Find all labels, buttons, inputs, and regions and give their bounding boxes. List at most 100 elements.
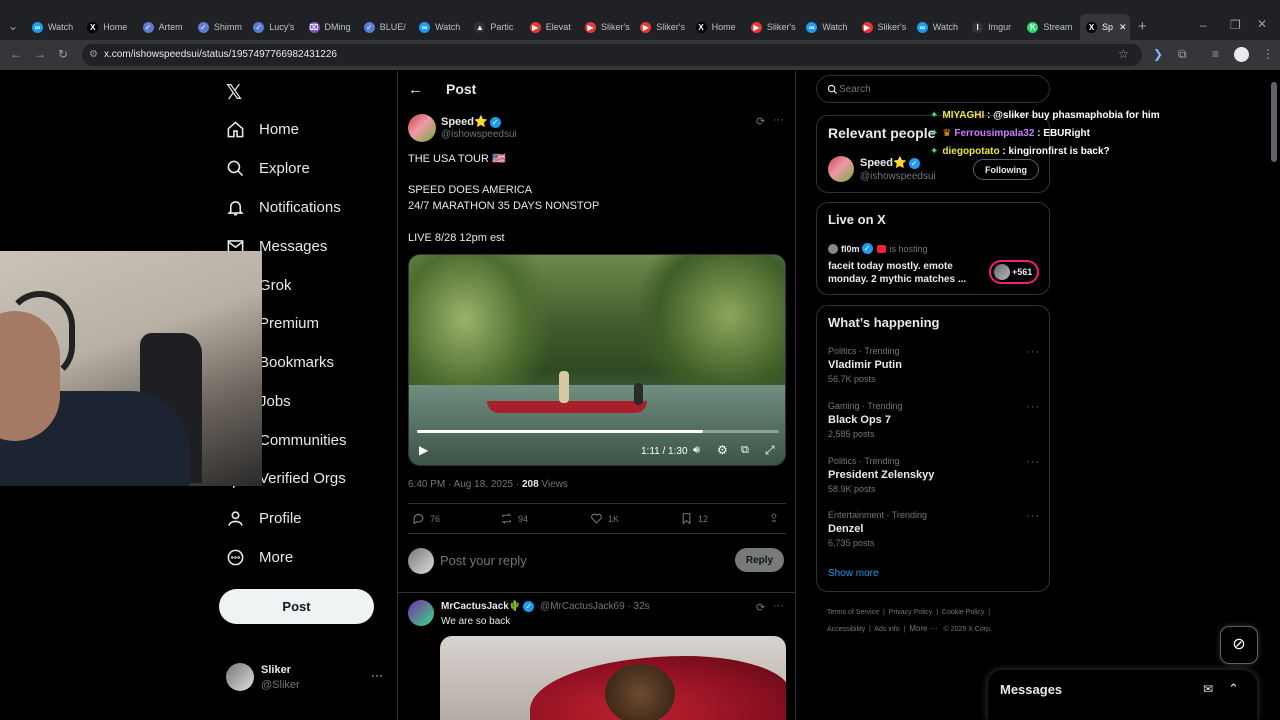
close-window-icon[interactable]: ✕: [1257, 17, 1267, 31]
live-description[interactable]: faceit today mostly. emote: [828, 261, 953, 272]
reply-input[interactable]: [440, 550, 720, 570]
close-tab-icon[interactable]: ✕: [1119, 22, 1127, 33]
browser-tab[interactable]: ▶ Sliker's: [750, 16, 801, 38]
forward-icon[interactable]: →: [34, 47, 46, 61]
reply-media[interactable]: [440, 636, 786, 720]
trend-item[interactable]: Politics · Trending Vladimir Putin 56.7K…: [828, 346, 902, 384]
picture-in-picture-icon[interactable]: ⧉: [741, 444, 749, 457]
media-icon[interactable]: ≡: [1212, 47, 1219, 61]
trend-more-icon[interactable]: ···: [1026, 401, 1040, 413]
browser-tab[interactable]: ▶ Elevat: [529, 16, 580, 38]
relevant-avatar[interactable]: [828, 156, 854, 182]
post-timestamp[interactable]: 6:40 PM · Aug 18, 2025 ·: [408, 479, 522, 490]
minimize-icon[interactable]: –: [1200, 18, 1207, 32]
browser-tab[interactable]: I Imgur: [972, 16, 1022, 38]
footer-more-link[interactable]: More ···: [909, 624, 937, 633]
show-more-link[interactable]: Show more: [828, 568, 879, 579]
url-input[interactable]: ⚙ x.com/ishowspeedsui/status/19574977669…: [82, 44, 1142, 66]
footer-cookie-link[interactable]: Cookie Policy: [942, 609, 984, 616]
nav-notifications[interactable]: Notifications: [226, 192, 341, 222]
reply-author-row[interactable]: MrCactusJack🌵 ✓ @MrCactusJack69 · 32s: [441, 601, 650, 612]
browser-tab[interactable]: ✓ Shimm: [197, 16, 248, 38]
back-icon[interactable]: ←: [10, 47, 22, 61]
relevant-name-row[interactable]: Speed⭐ ✓: [860, 156, 920, 169]
reply-action[interactable]: 76: [412, 512, 440, 525]
browser-menu-icon[interactable]: ⋮: [1262, 47, 1274, 61]
post-more-icon[interactable]: ···: [773, 114, 784, 126]
reload-icon[interactable]: ↻: [58, 47, 68, 61]
site-info-icon[interactable]: ⚙: [89, 44, 98, 66]
browser-tab[interactable]: ∞ Watch: [419, 16, 469, 38]
browser-tab[interactable]: ▶ Sliker's: [640, 16, 690, 38]
tab-search-icon[interactable]: ⌄: [8, 19, 18, 33]
post-video[interactable]: ▶ 1:11 / 1:30 🔊︎ ⚙ ⧉ ⤢: [408, 254, 786, 466]
fullscreen-icon[interactable]: ⤢: [765, 443, 775, 458]
nav-more[interactable]: More: [226, 542, 293, 572]
footer-accessibility-link[interactable]: Accessibility: [827, 626, 865, 633]
nav-profile[interactable]: Profile: [226, 503, 302, 533]
account-switcher[interactable]: Sliker @Sliker ···: [226, 662, 386, 694]
new-message-icon[interactable]: ✉: [1203, 682, 1213, 696]
live-host-row[interactable]: fl0m ✓ is hosting: [828, 243, 928, 254]
reply-author-avatar[interactable]: [408, 600, 434, 626]
post-author-name-row[interactable]: Speed⭐ ✓: [441, 115, 501, 128]
account-menu-icon[interactable]: ···: [371, 668, 383, 682]
trend-more-icon[interactable]: ···: [1026, 346, 1040, 358]
browser-tab[interactable]: ▲ Partic: [474, 16, 524, 38]
footer-ads-link[interactable]: Ads info: [874, 626, 899, 633]
trend-item[interactable]: Politics · Trending President Zelenskyy …: [828, 456, 934, 494]
browser-tab[interactable]: X Home: [87, 16, 137, 38]
video-progress-track[interactable]: [417, 430, 779, 433]
browser-tab[interactable]: ✓ Artem: [142, 16, 193, 38]
post-button[interactable]: Post: [219, 589, 374, 624]
volume-icon[interactable]: 🔊︎: [693, 444, 700, 457]
new-tab-icon[interactable]: +: [1138, 18, 1147, 35]
like-action[interactable]: 1K: [590, 512, 619, 525]
grok-floating-button[interactable]: ⊘: [1220, 626, 1258, 664]
puzzle-icon[interactable]: ⧉: [1178, 47, 1187, 62]
settings-gear-icon[interactable]: ⚙: [717, 443, 728, 457]
trend-more-icon[interactable]: ···: [1026, 456, 1040, 468]
x-logo[interactable]: 𝕏: [226, 80, 242, 105]
extension-icon[interactable]: ❯: [1153, 47, 1163, 61]
post-author-handle[interactable]: @ishowspeedsui: [441, 129, 517, 140]
search-input[interactable]: [839, 80, 1039, 98]
browser-tab[interactable]: ∞ Watch: [32, 16, 82, 38]
reply-more-icon[interactable]: ···: [773, 600, 784, 612]
page-scrollbar[interactable]: [1271, 82, 1277, 162]
browser-tab[interactable]: ▶ Sliker's: [861, 16, 912, 38]
browser-tab[interactable]: ∞ Watch: [916, 16, 967, 38]
browser-tab[interactable]: ▶ Sliker's: [585, 16, 635, 38]
browser-tab[interactable]: X Home: [695, 16, 746, 38]
browser-tab[interactable]: ✓ Lucy's: [253, 16, 303, 38]
following-button[interactable]: Following: [973, 159, 1039, 180]
profile-avatar[interactable]: [1234, 47, 1249, 62]
browser-tab[interactable]: K Stream: [1027, 16, 1077, 38]
trend-more-icon[interactable]: ···: [1026, 510, 1040, 522]
live-listeners-pill[interactable]: +561: [989, 260, 1039, 284]
share-icon[interactable]: ⇪: [769, 511, 779, 525]
back-arrow-icon[interactable]: ←: [408, 81, 423, 98]
trend-item[interactable]: Gaming · Trending Black Ops 7 2,585 post…: [828, 401, 903, 439]
footer-terms-link[interactable]: Terms of Service: [827, 609, 879, 616]
grok-explain-icon[interactable]: ⟳: [756, 601, 765, 614]
live-description[interactable]: monday. 2 mythic matches ...: [828, 274, 966, 285]
browser-tab[interactable]: ✓ BLUE/: [363, 16, 414, 38]
reply-button[interactable]: Reply: [735, 548, 784, 572]
messages-dock[interactable]: Messages ✉ ⌃: [988, 670, 1257, 720]
nav-home[interactable]: Home: [226, 114, 299, 144]
browser-tab[interactable]: ∞ Watch: [806, 16, 856, 38]
browser-tab[interactable]: X Sp ✕: [1080, 14, 1130, 40]
maximize-icon[interactable]: ❐: [1230, 18, 1241, 32]
grok-explain-icon[interactable]: ⟳: [756, 115, 765, 128]
nav-explore[interactable]: Explore: [226, 153, 310, 183]
browser-tab[interactable]: ⌧ DMing: [308, 16, 359, 38]
repost-action[interactable]: 94: [500, 512, 528, 525]
bookmark-action[interactable]: 12: [680, 512, 708, 525]
post-author-avatar[interactable]: [408, 114, 436, 142]
bookmark-star-icon[interactable]: ☆: [1118, 47, 1129, 61]
trend-item[interactable]: Entertainment · Trending Denzel 6,735 po…: [828, 510, 927, 548]
chevron-up-icon[interactable]: ⌃: [1228, 681, 1239, 697]
footer-privacy-link[interactable]: Privacy Policy: [889, 609, 933, 616]
search-box[interactable]: [816, 75, 1050, 103]
